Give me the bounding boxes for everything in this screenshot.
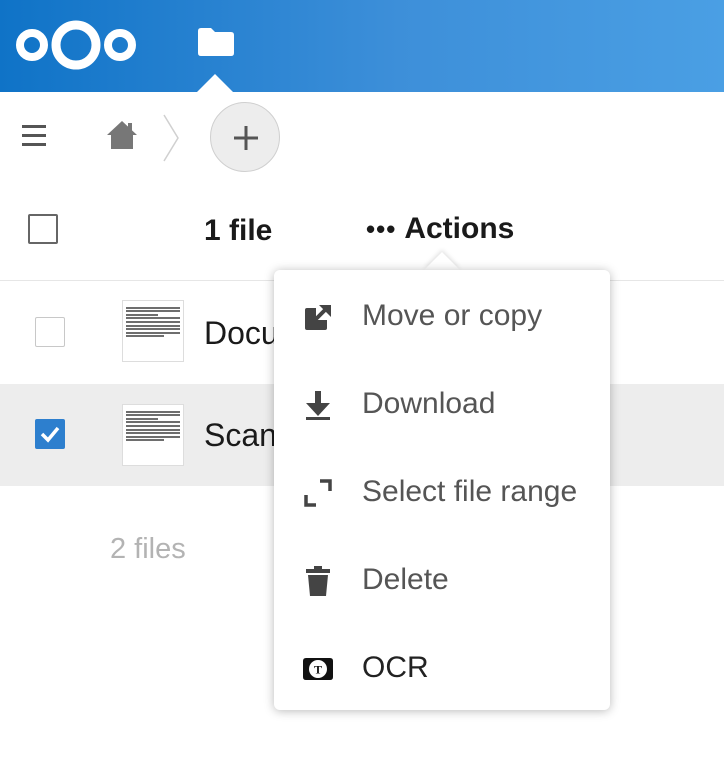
hamburger-icon[interactable] <box>22 125 46 147</box>
selected-count: 1 file <box>204 214 273 247</box>
menu-caret <box>424 252 460 270</box>
home-icon[interactable] <box>106 120 138 150</box>
external-link-icon <box>305 302 334 330</box>
menu-item-ocr[interactable]: T OCR <box>274 624 610 712</box>
checkmark-icon <box>40 426 60 443</box>
file-name[interactable]: Scan <box>204 417 277 454</box>
trash-icon <box>306 566 330 596</box>
row-checkbox-checked[interactable] <box>35 419 65 449</box>
files-app-button[interactable] <box>190 20 242 92</box>
file-summary: 2 files <box>110 533 186 565</box>
actions-label: Actions <box>404 212 515 245</box>
file-thumbnail[interactable] <box>122 404 184 466</box>
file-thumbnail[interactable] <box>122 300 184 362</box>
menu-item-move-or-copy[interactable]: Move or copy <box>274 272 610 360</box>
menu-item-label: OCR <box>362 651 429 684</box>
svg-text:T: T <box>314 663 322 677</box>
folder-icon <box>198 28 234 56</box>
actions-menu: Move or copy Download Select file range … <box>274 270 610 710</box>
nextcloud-logo[interactable] <box>14 18 138 72</box>
new-file-button[interactable] <box>210 102 280 172</box>
ocr-icon: T <box>303 658 333 680</box>
top-bar <box>0 0 724 92</box>
menu-item-delete[interactable]: Delete <box>274 536 610 624</box>
file-name[interactable]: Docu <box>204 315 279 352</box>
actions-button[interactable]: ••• Actions <box>366 212 514 246</box>
plus-icon <box>234 126 258 150</box>
menu-item-label: Download <box>362 387 496 420</box>
menu-item-download[interactable]: Download <box>274 360 610 448</box>
row-checkbox[interactable] <box>35 317 65 347</box>
expand-icon <box>304 479 332 507</box>
menu-item-label: Select file range <box>362 475 578 508</box>
menu-item-label: Move or copy <box>362 299 543 332</box>
file-list-header <box>0 184 724 281</box>
download-icon <box>306 391 330 420</box>
menu-item-select-file-range[interactable]: Select file range <box>274 448 610 536</box>
active-app-indicator <box>197 74 233 92</box>
select-all-checkbox[interactable] <box>28 214 58 244</box>
menu-item-label: Delete <box>362 563 449 596</box>
breadcrumb-separator <box>163 114 179 162</box>
more-icon: ••• <box>366 214 397 244</box>
